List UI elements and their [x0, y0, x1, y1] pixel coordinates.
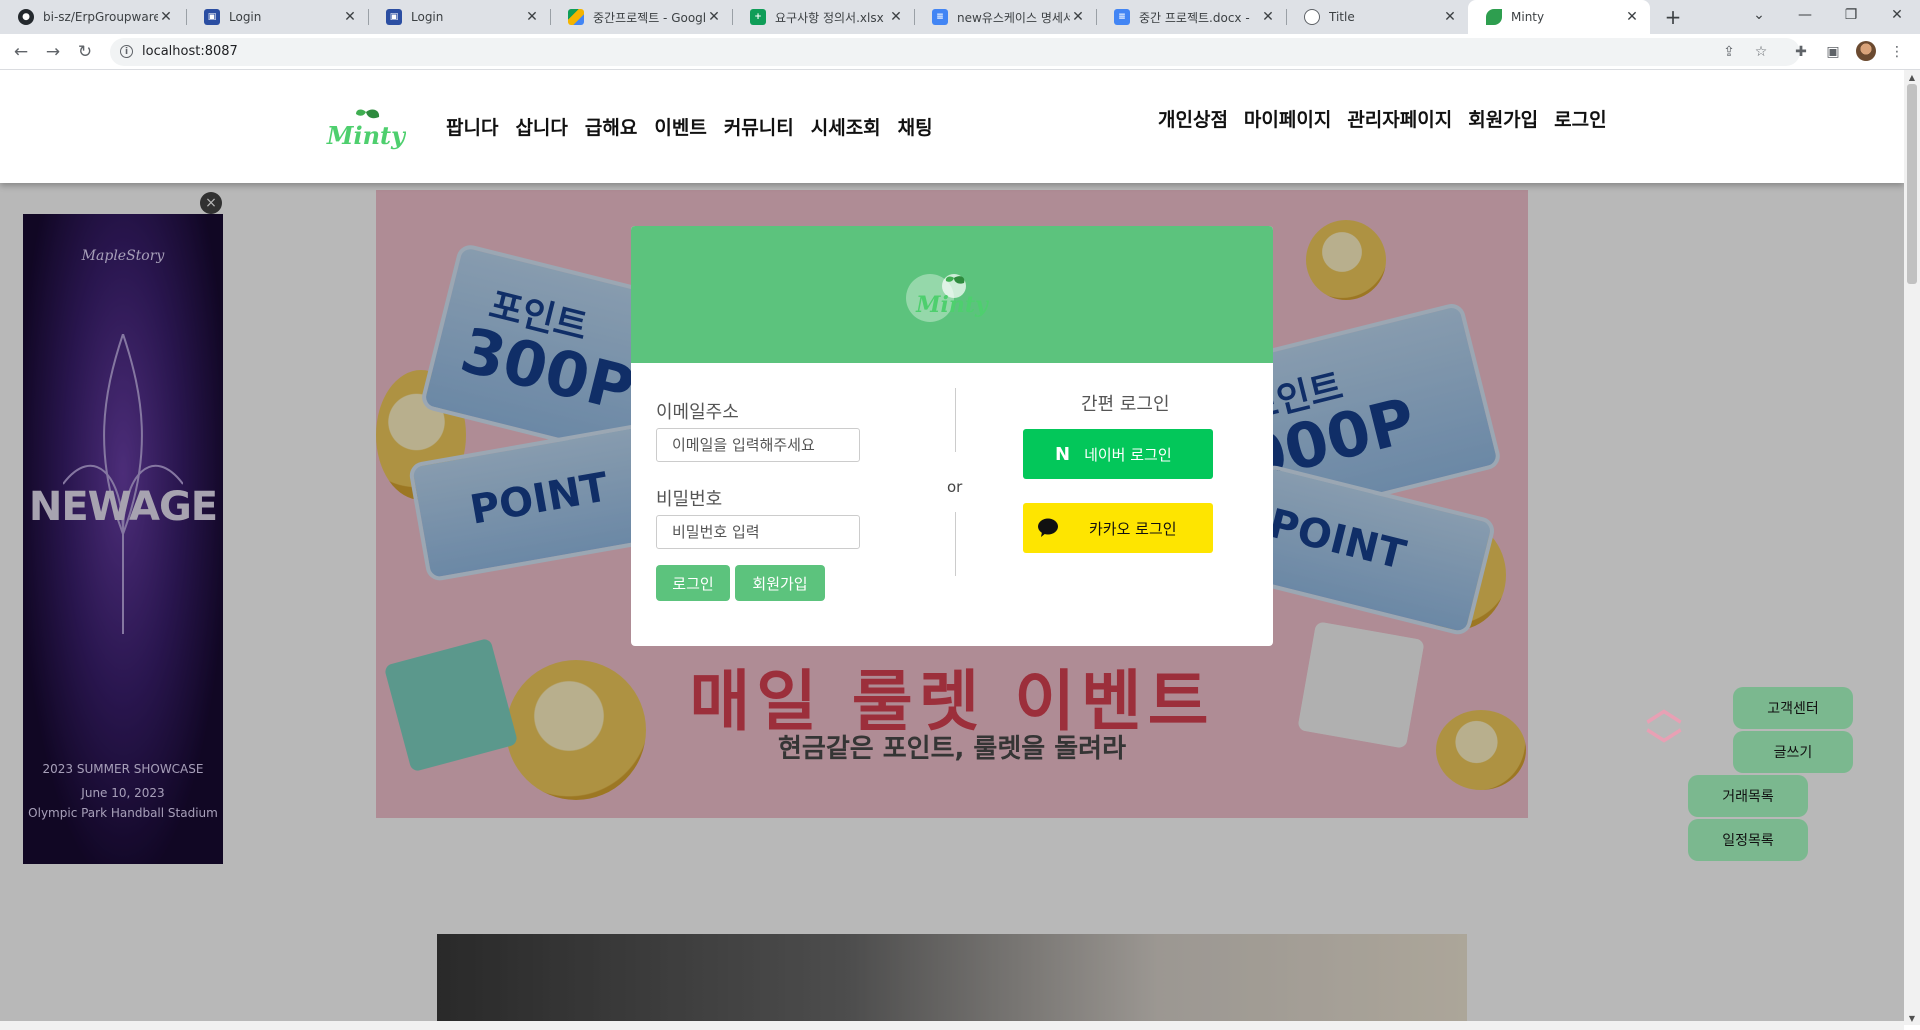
- divider-top: [955, 388, 956, 452]
- side-panel-icon[interactable]: ▣: [1824, 43, 1842, 61]
- back-arrow-icon[interactable]: ←: [9, 40, 33, 64]
- browser-tab-active[interactable]: Minty ✕: [1468, 0, 1650, 34]
- kakao-login-button[interactable]: 카카오 로그인: [1023, 503, 1213, 553]
- browser-tab[interactable]: ≡ new유스케이스 명세서 ✕: [914, 0, 1096, 34]
- tab-label: Login: [411, 10, 444, 24]
- browser-tab-strip: ● bi-sz/ErpGroupware ✕ ▣ Login ✕ ▣ Login…: [0, 0, 1920, 34]
- nav-buy[interactable]: 삽니다: [515, 113, 567, 140]
- site-header: Minty 팝니다 삽니다 급해요 이벤트 커뮤니티 시세조회 채팅 개인상점 …: [0, 70, 1904, 183]
- nav-personal-shop[interactable]: 개인상점: [1158, 105, 1228, 132]
- minty-logo[interactable]: Minty: [326, 108, 406, 152]
- user-nav: 개인상점 마이페이지 관리자페이지 회원가입 로그인: [1158, 105, 1607, 132]
- page-viewport: Minty 팝니다 삽니다 급해요 이벤트 커뮤니티 시세조회 채팅 개인상점 …: [0, 70, 1904, 1025]
- tab-search-icon[interactable]: ⌄: [1736, 0, 1782, 30]
- browser-tab[interactable]: 중간프로젝트 - Google ✕: [550, 0, 732, 34]
- forward-arrow-icon[interactable]: →: [41, 40, 65, 64]
- google-drive-icon: [568, 9, 584, 25]
- kakao-speech-bubble-icon: [1038, 518, 1058, 537]
- tab-label: 중간프로젝트 - Google: [593, 10, 706, 25]
- browser-tab[interactable]: ▣ Login ✕: [186, 0, 368, 34]
- nav-signup[interactable]: 회원가입: [1468, 105, 1538, 132]
- window-close-icon[interactable]: ✕: [1874, 0, 1920, 30]
- kakao-login-label: 카카오 로그인: [1089, 519, 1177, 538]
- nav-mypage[interactable]: 마이페이지: [1244, 105, 1331, 132]
- close-icon[interactable]: ✕: [158, 9, 174, 25]
- new-tab-icon[interactable]: +: [1660, 4, 1686, 30]
- url-text: localhost:8087: [142, 44, 238, 59]
- minimize-icon[interactable]: —: [1782, 0, 1828, 30]
- close-icon[interactable]: ✕: [1624, 9, 1640, 25]
- close-icon[interactable]: ✕: [1442, 9, 1458, 25]
- github-icon: ●: [18, 9, 34, 25]
- nav-price-check[interactable]: 시세조회: [811, 113, 881, 140]
- site-info-icon[interactable]: i: [120, 45, 133, 58]
- close-icon[interactable]: ✕: [1260, 9, 1276, 25]
- login-modal: Minty 이메일주소 비밀번호 로그인 회원가입 or 간편 로그인 N 네이…: [631, 226, 1273, 646]
- nav-sell[interactable]: 팝니다: [446, 113, 498, 140]
- login-icon: ▣: [204, 9, 220, 25]
- easy-login-title: 간편 로그인: [1081, 394, 1170, 415]
- scroll-up-arrow-icon[interactable]: ▲: [1904, 70, 1920, 84]
- globe-icon: [1304, 9, 1320, 25]
- scrollbar-thumb[interactable]: [1907, 84, 1917, 284]
- nav-urgent[interactable]: 급해요: [585, 113, 637, 140]
- naver-login-label: 네이버 로그인: [1084, 445, 1172, 464]
- password-input[interactable]: [656, 515, 860, 549]
- extensions-puzzle-icon[interactable]: ✚: [1792, 43, 1810, 61]
- nav-login[interactable]: 로그인: [1554, 105, 1606, 132]
- menu-kebab-icon[interactable]: ⋮: [1888, 43, 1906, 61]
- nav-chat[interactable]: 채팅: [898, 113, 933, 140]
- vertical-scrollbar[interactable]: ▲ ▼: [1904, 70, 1920, 1025]
- tab-label: new유스케이스 명세서: [957, 10, 1070, 25]
- naver-n-icon: N: [1055, 443, 1071, 465]
- browser-tab[interactable]: Title ✕: [1286, 0, 1468, 34]
- svg-text:Minty: Minty: [915, 292, 990, 318]
- password-label: 비밀번호: [656, 489, 723, 510]
- close-icon[interactable]: ✕: [888, 9, 904, 25]
- naver-login-button[interactable]: N 네이버 로그인: [1023, 429, 1213, 479]
- browser-tab[interactable]: ≡ 중간 프로젝트.docx - ✕: [1096, 0, 1286, 34]
- docs-icon: ≡: [932, 9, 948, 25]
- bookmark-star-icon[interactable]: ☆: [1752, 43, 1770, 61]
- address-bar[interactable]: i localhost:8087: [110, 38, 1800, 66]
- tab-label: 요구사항 정의서.xlsx: [775, 10, 884, 25]
- login-button[interactable]: 로그인: [656, 565, 730, 601]
- horizontal-scrollbar[interactable]: [0, 1021, 1904, 1030]
- close-icon[interactable]: ✕: [1070, 9, 1086, 25]
- tab-label: Login: [229, 10, 262, 24]
- browser-tab[interactable]: + 요구사항 정의서.xlsx ✕: [732, 0, 914, 34]
- tab-label: Title: [1329, 10, 1355, 24]
- close-icon[interactable]: ✕: [342, 9, 358, 25]
- scroll-down-arrow-icon[interactable]: ▼: [1904, 1011, 1920, 1025]
- browser-tab[interactable]: ● bi-sz/ErpGroupware ✕: [0, 0, 184, 34]
- svg-text:Minty: Minty: [326, 121, 406, 150]
- docs-icon: ≡: [1114, 9, 1130, 25]
- nav-admin[interactable]: 관리자페이지: [1347, 105, 1452, 132]
- main-nav: 팝니다 삽니다 급해요 이벤트 커뮤니티 시세조회 채팅: [446, 113, 933, 140]
- modal-header: Minty: [631, 226, 1273, 363]
- signup-button[interactable]: 회원가입: [735, 565, 825, 601]
- tab-label: Minty: [1511, 10, 1545, 24]
- email-input[interactable]: [656, 428, 860, 462]
- or-separator: or: [947, 478, 963, 496]
- nav-community[interactable]: 커뮤니티: [724, 113, 794, 140]
- login-icon: ▣: [386, 9, 402, 25]
- tab-label: bi-sz/ErpGroupware: [43, 10, 158, 24]
- tab-label: 중간 프로젝트.docx -: [1139, 10, 1250, 25]
- reload-icon[interactable]: ↻: [73, 40, 97, 64]
- minty-leaf-icon: [1486, 9, 1502, 25]
- nav-event[interactable]: 이벤트: [654, 113, 706, 140]
- browser-toolbar: ← → ↻ i localhost:8087 ⇪ ☆ ✚ ▣ ⋮: [0, 34, 1920, 70]
- share-icon[interactable]: ⇪: [1720, 43, 1738, 61]
- email-label: 이메일주소: [656, 402, 739, 423]
- close-icon[interactable]: ✕: [524, 9, 540, 25]
- divider-bottom: [955, 512, 956, 576]
- minty-logo: Minty: [906, 274, 990, 322]
- sheets-icon: +: [750, 9, 766, 25]
- browser-tab[interactable]: ▣ Login ✕: [368, 0, 550, 34]
- profile-avatar[interactable]: [1856, 41, 1876, 61]
- close-icon[interactable]: ✕: [706, 9, 722, 25]
- restore-icon[interactable]: ❐: [1828, 0, 1874, 30]
